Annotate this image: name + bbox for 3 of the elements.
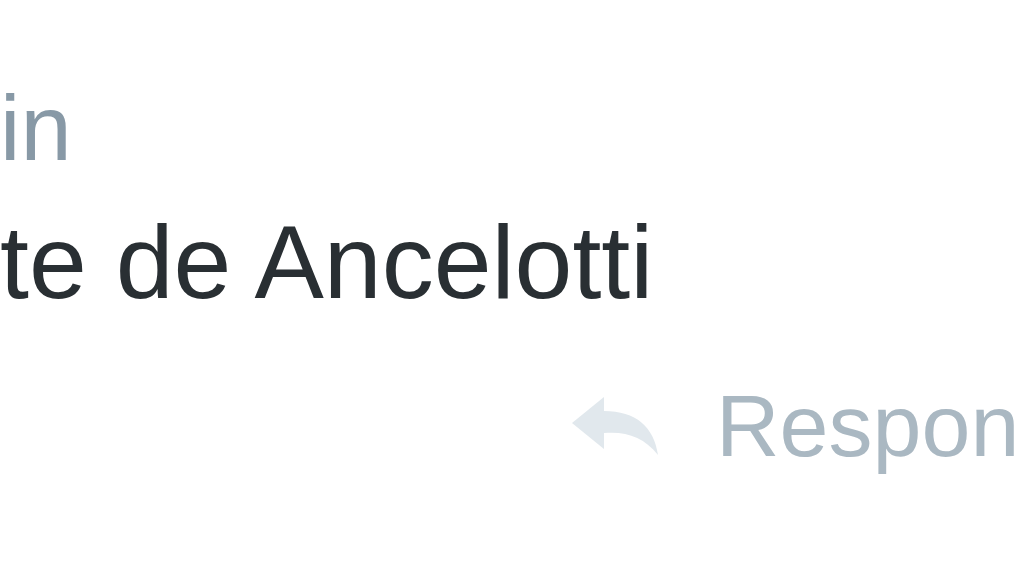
author-name: in bbox=[0, 82, 72, 174]
reply-icon bbox=[570, 395, 660, 457]
tweet-text: te de Ancelotti bbox=[0, 210, 654, 314]
